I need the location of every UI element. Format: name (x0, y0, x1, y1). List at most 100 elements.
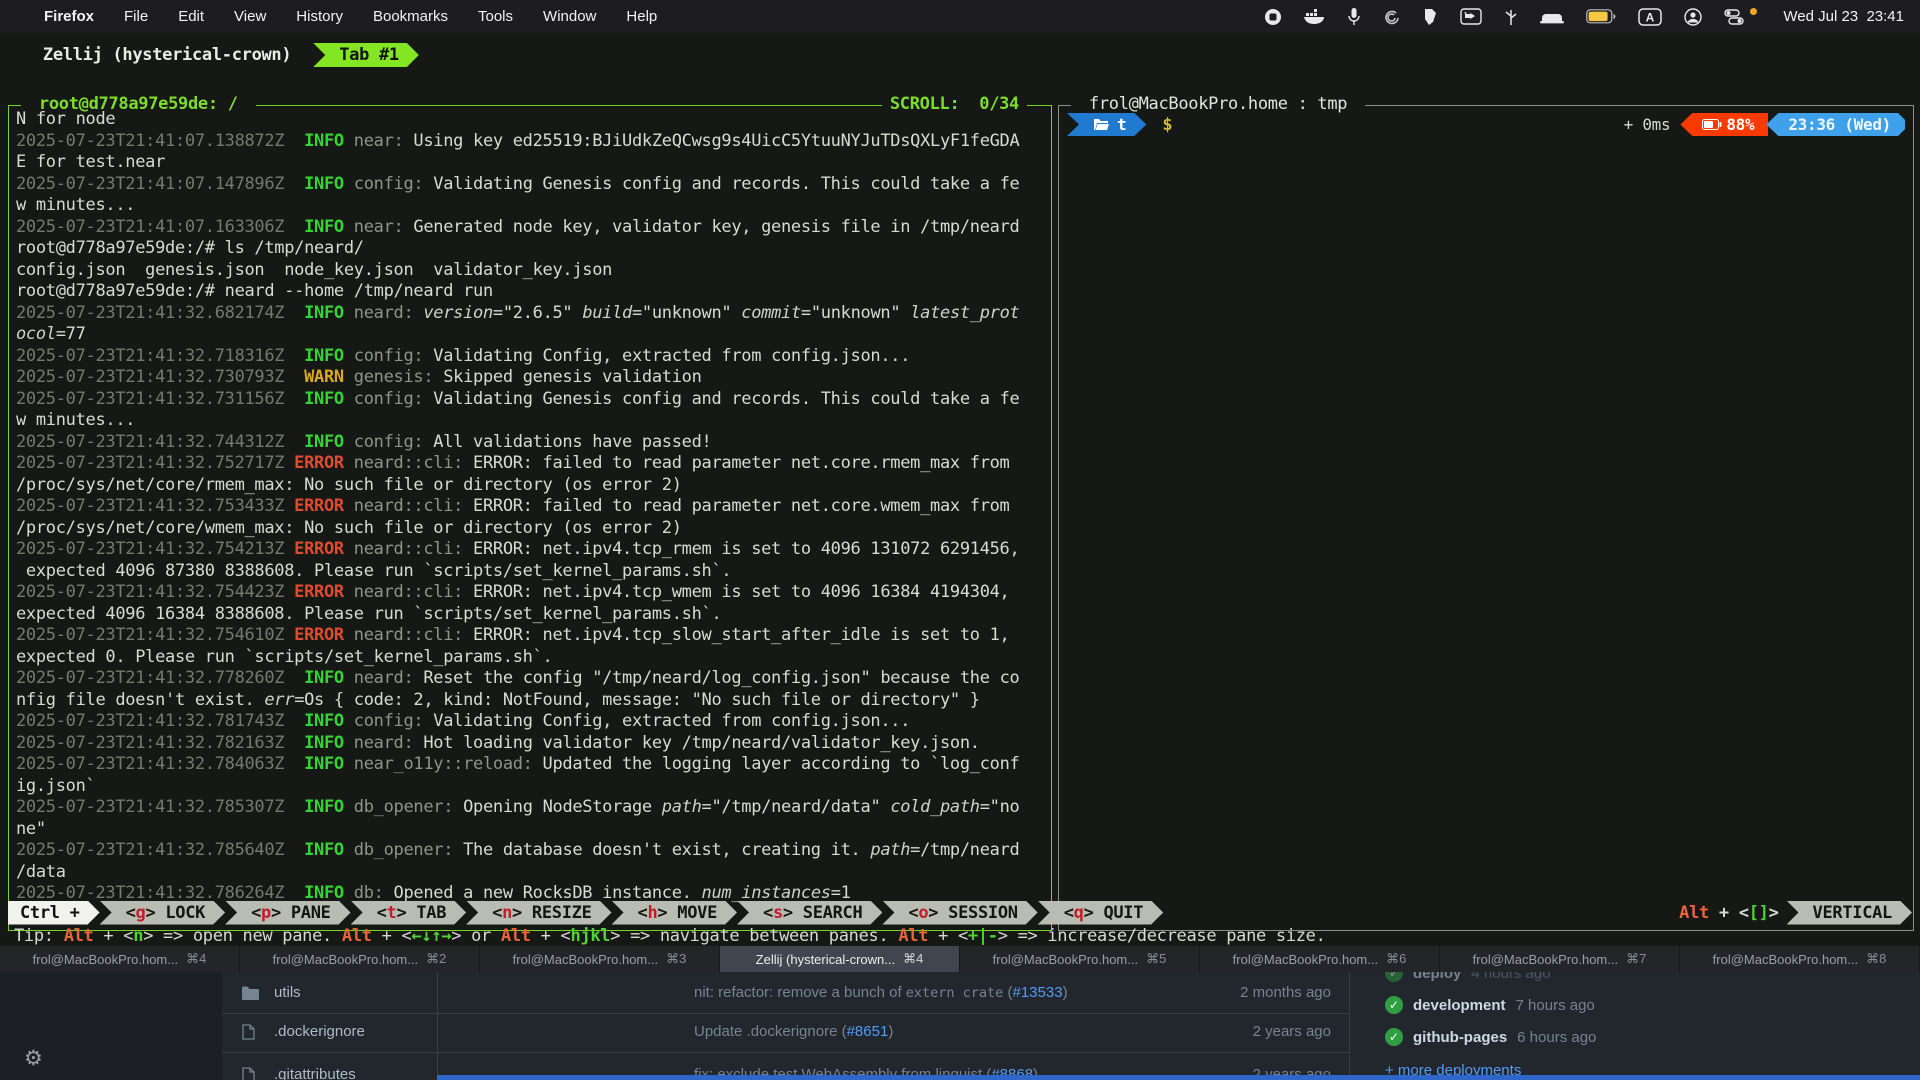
menu-item-edit[interactable]: Edit (178, 8, 204, 25)
file-row-dockerignore[interactable]: .dockerignoreUpdate .dockerignore (#8651… (222, 1011, 1349, 1053)
keybar-segment-search[interactable]: <s> SEARCH (737, 901, 882, 925)
docker-icon[interactable] (1304, 8, 1326, 25)
text-segment: INFO (284, 303, 344, 323)
keybar-segment-session[interactable]: <o> SESSION (882, 901, 1037, 925)
zellij-tip-line: Tip: Alt + <n> => open new pane. Alt + <… (14, 926, 1326, 946)
text-segment: /proc/sys/net/core/rmem_max: No such fil… (16, 475, 682, 495)
deployment-name[interactable]: development (1413, 997, 1506, 1014)
prompt-symbol: $ (1162, 115, 1172, 135)
menu-item-history[interactable]: History (296, 8, 343, 25)
text-segment: 2025-07-23T21:41:32.786264Z (16, 883, 284, 903)
text-segment: config.json genesis.json node_key.json v… (16, 260, 612, 280)
terminal-tab-4[interactable]: Zellij (hysterical-crown...⌘4 (720, 946, 960, 972)
prompt-dir-segment: t (1067, 113, 1146, 136)
zellij-session-label: Zellij (hysterical-crown) (0, 45, 301, 65)
menu-item-view[interactable]: View (234, 8, 266, 25)
github-file-table: utilsnit: refactor: remove a bunch of ex… (222, 972, 1349, 1080)
menu-item-file[interactable]: File (124, 8, 148, 25)
menu-item-tools[interactable]: Tools (478, 8, 513, 25)
text-segment: 2025-07-23T21:41:32.785307Z (16, 797, 284, 817)
tab-shortcut: ⌘3 (666, 951, 686, 967)
prompt-dir-label: t (1117, 113, 1126, 136)
menu-item-help[interactable]: Help (626, 8, 657, 25)
text-segment: N for node (16, 109, 115, 129)
right-pane[interactable]: frol@MacBookPro.home : tmp t $ + 0ms 88%… (1058, 105, 1914, 931)
text-segment: config: (344, 346, 423, 366)
keyboard-icon[interactable] (1540, 10, 1564, 24)
latency-indicator: + 0ms (1624, 115, 1671, 134)
text-segment: /data (16, 862, 66, 882)
pr-link[interactable]: #13533 (1013, 984, 1063, 1001)
text-segment: =/tmp/neard (910, 840, 1019, 860)
log-line: 2025-07-23T21:41:32.753433Z ERROR neard:… (16, 496, 1020, 518)
window-switch-icon[interactable] (1460, 8, 1482, 25)
text-segment: ERROR: failed to read parameter net.core… (463, 453, 1009, 473)
deployment-name[interactable]: deploy (1413, 972, 1461, 982)
user-icon[interactable] (1684, 8, 1702, 26)
keybar-segment-resize[interactable]: <n> RESIZE (466, 901, 611, 925)
shell-prompt: t $ (1067, 113, 1173, 136)
text-segment: ocol (16, 324, 56, 344)
keybar-segment-pane[interactable]: <p> PANE (225, 901, 351, 925)
text-segment: config: (344, 432, 423, 452)
text-segment: ERROR: failed to read parameter net.core… (463, 496, 1009, 516)
input-a-icon[interactable]: A (1638, 8, 1662, 26)
text-segment: neard: (344, 668, 414, 688)
terminal-tab-6[interactable]: frol@MacBookPro.hom...⌘6 (1200, 946, 1440, 972)
folder-icon (242, 986, 262, 1000)
text-segment: latest_prot (910, 303, 1019, 323)
menu-item-window[interactable]: Window (543, 8, 596, 25)
text-segment: 2025-07-23T21:41:07.138872Z (16, 131, 284, 151)
text-segment: All validations have passed! (423, 432, 711, 452)
terminal-tab-5[interactable]: frol@MacBookPro.hom...⌘5 (960, 946, 1200, 972)
keybar-key: <g> (126, 903, 166, 923)
text-segment: hjkl (570, 926, 610, 946)
text-segment: ERROR (284, 453, 344, 473)
text-segment: 2025-07-23T21:41:32.754423Z (16, 582, 284, 602)
terminal-tab-1[interactable]: frol@MacBookPro.hom...⌘4 (0, 946, 240, 972)
keybar-segment-quit[interactable]: <q> QUIT (1038, 901, 1164, 925)
swirl-icon[interactable] (1382, 8, 1400, 26)
notification-dot (1750, 8, 1757, 15)
file-name-link[interactable]: utils (274, 984, 694, 1001)
tree-icon[interactable] (1504, 8, 1518, 26)
text-segment: + < (372, 926, 412, 946)
mic-icon[interactable] (1348, 8, 1360, 26)
tab-title: Zellij (hysterical-crown... (756, 952, 895, 967)
text-segment: > (1769, 903, 1779, 923)
text-segment: Skipped genesis validation (433, 367, 701, 387)
log-line: E for test.near (16, 152, 1020, 174)
menubar-clock[interactable]: Wed Jul 23 23:41 (1783, 8, 1904, 25)
text-segment: path (870, 840, 910, 860)
zellij-tab-1[interactable]: Tab #1 (313, 43, 419, 67)
keybar-label: SEARCH (803, 903, 863, 923)
text-segment: neard::cli: (344, 453, 463, 473)
keybar-segment-tab[interactable]: <t> TAB (351, 901, 467, 925)
battery-icon[interactable] (1586, 9, 1616, 24)
menu-item-firefox[interactable]: Firefox (44, 8, 94, 25)
text-segment: db_opener: (344, 840, 453, 860)
left-pane[interactable]: root@d778a97e59de: / SCROLL: 0/34 N for … (8, 105, 1052, 931)
file-row-utils[interactable]: utilsnit: refactor: remove a bunch of ex… (222, 972, 1349, 1014)
terminal-tab-3[interactable]: frol@MacBookPro.hom...⌘3 (480, 946, 720, 972)
battery-segment: 88% (1680, 113, 1768, 136)
record-icon[interactable] (1264, 8, 1282, 26)
terminal-tab-8[interactable]: frol@MacBookPro.hom...⌘8 (1680, 946, 1920, 972)
keybar-segment-lock[interactable]: <g> LOCK (100, 901, 226, 925)
tab-title: frol@MacBookPro.hom... (1233, 952, 1378, 967)
terminal-tab-2[interactable]: frol@MacBookPro.hom...⌘2 (240, 946, 480, 972)
file-name-link[interactable]: .dockerignore (274, 1023, 694, 1040)
settings-gear-icon[interactable]: ⚙ (24, 1046, 43, 1071)
terminal-tab-7[interactable]: frol@MacBookPro.hom...⌘7 (1440, 946, 1680, 972)
keybar-segment-move[interactable]: <h> MOVE (612, 901, 738, 925)
log-line: w minutes... (16, 410, 1020, 432)
message-text: ) (1063, 984, 1068, 1001)
text-segment: ERROR (284, 625, 344, 645)
deployment-deploy: ✓deploy4 hours ago (1385, 972, 1551, 982)
toggles-icon[interactable] (1724, 8, 1744, 26)
pointer-icon[interactable] (1422, 8, 1438, 26)
menu-item-bookmarks[interactable]: Bookmarks (373, 8, 448, 25)
pr-link[interactable]: #8651 (847, 1023, 889, 1040)
text-segment: 2025-07-23T21:41:07.147896Z (16, 174, 284, 194)
deployment-name[interactable]: github-pages (1413, 1029, 1507, 1046)
